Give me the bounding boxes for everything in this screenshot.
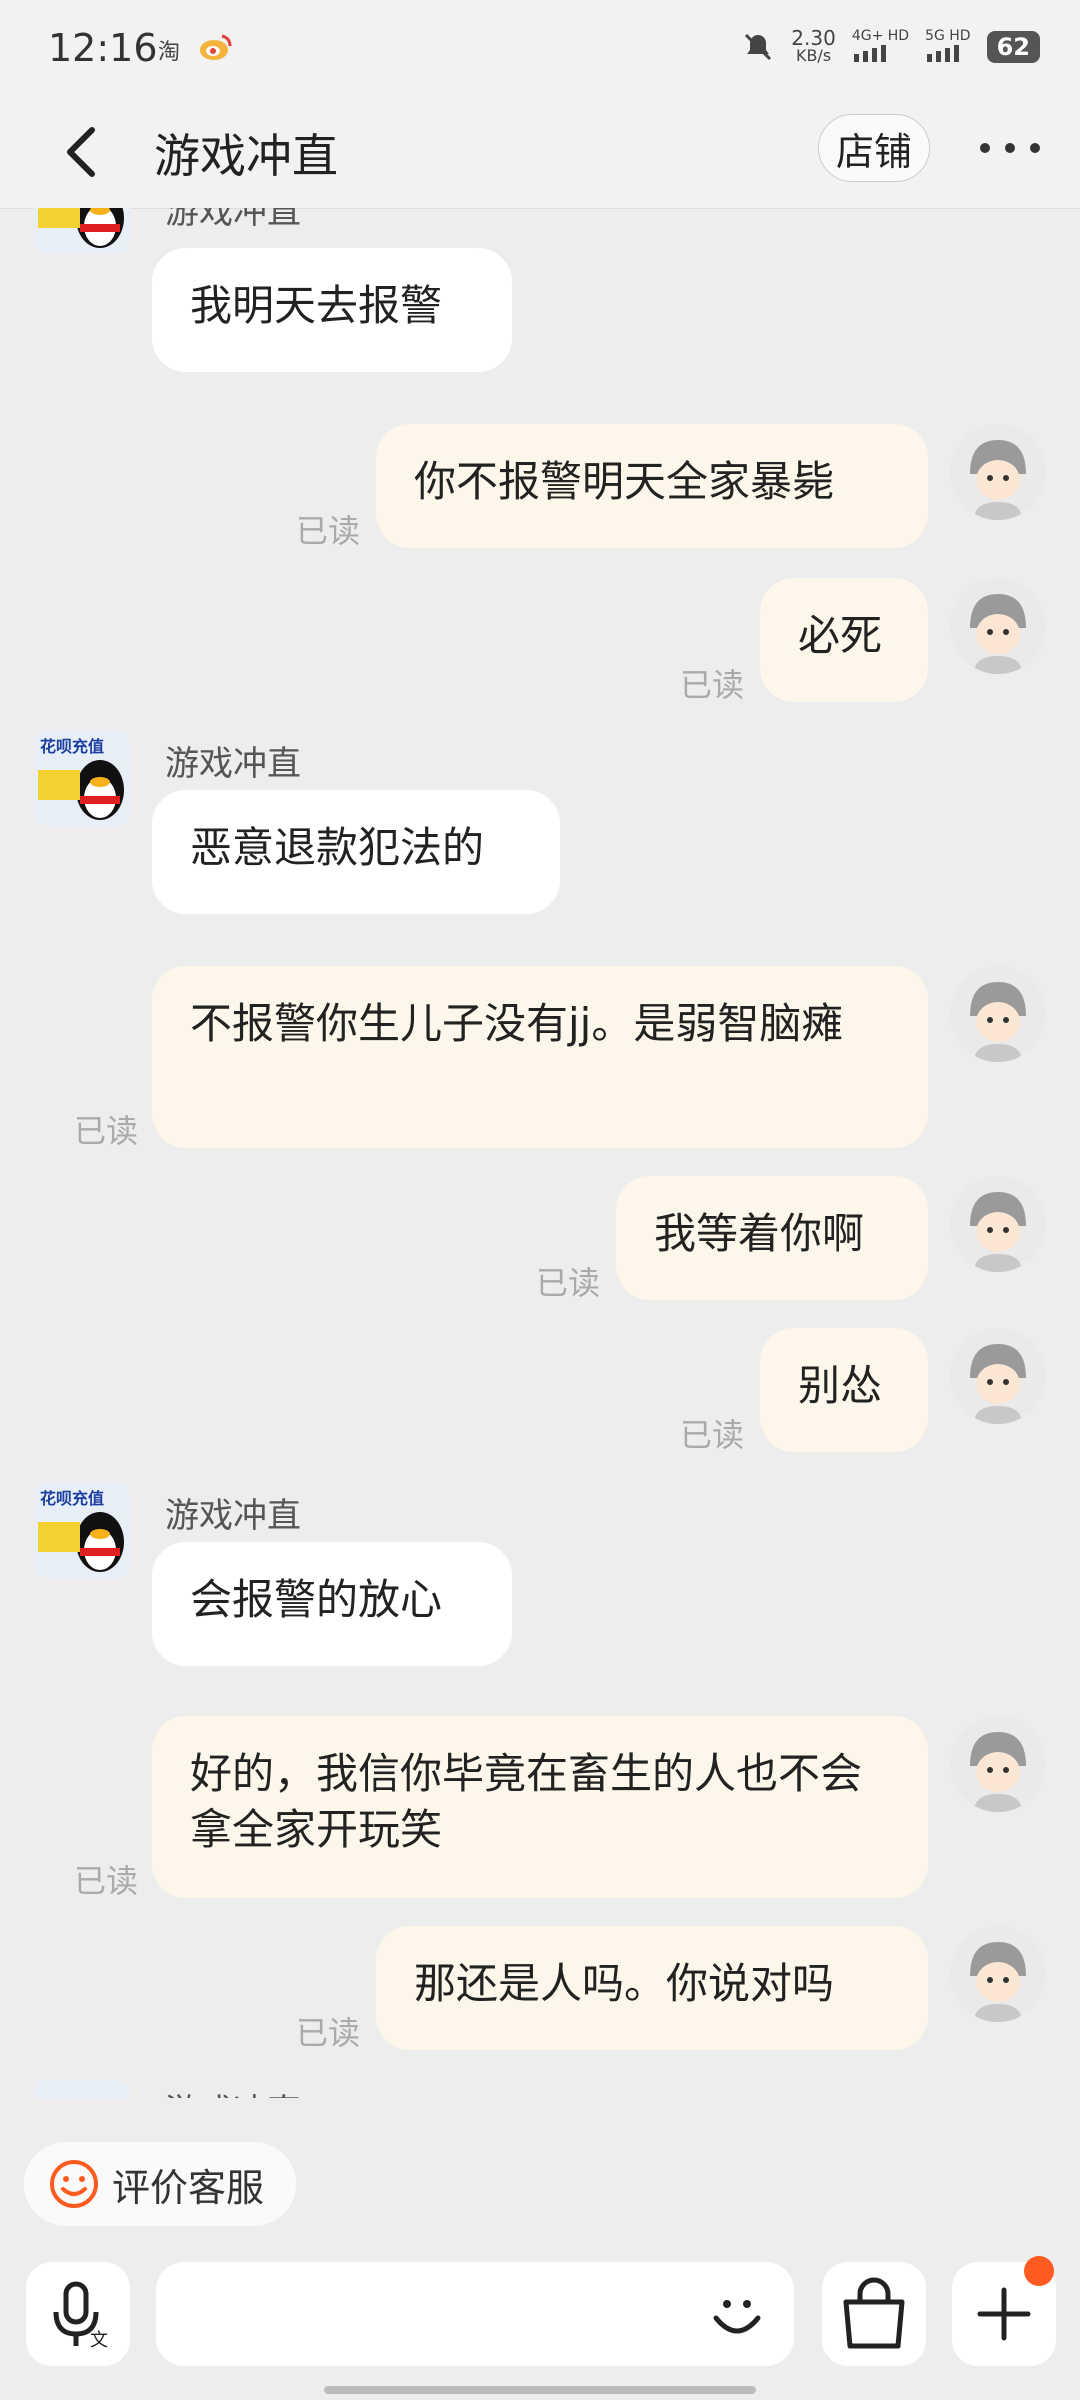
user-avatar-icon [950,424,1046,520]
message-bubble-incoming[interactable]: 我明天去报警 [152,248,512,372]
message-bubble-outgoing[interactable]: 我等着你啊 [616,1176,928,1300]
qq-penguin-icon: 花呗充值 [34,1482,130,1578]
sim2-label: 5G HD [925,28,971,44]
message-bubble-incoming[interactable]: 会报警的放心 [152,1542,512,1666]
shopping-bag-button[interactable] [822,2262,926,2366]
weibo-notification-icon [198,30,232,64]
message-input[interactable] [156,2262,794,2366]
qq-penguin-icon [34,2080,130,2098]
input-bar: 文 [0,2240,1080,2400]
chat-title: 游戏冲直 [154,129,338,183]
user-avatar-icon [950,1716,1046,1812]
chat-message-list[interactable]: 游戏冲直 我明天去报警 你不报警明天全家暴毙 已读 必死 已读 花呗充值 游戏冲… [0,208,1080,2098]
mute-bell-icon [745,33,772,61]
signal-icon [853,45,886,62]
sim1-label: 4G+ HD [851,28,910,44]
user-avatar-icon [950,1926,1046,2022]
message-bubble-outgoing[interactable]: 好的，我信你毕竟在畜生的人也不会拿全家开玩笑 [152,1716,928,1898]
svg-text:文: 文 [90,2330,108,2351]
read-receipt: 已读 [536,1264,601,1302]
user-avatar-icon [950,1176,1046,1272]
qq-penguin-icon: 花呗充值 [34,730,130,826]
user-avatar[interactable] [950,1926,1046,2022]
back-button[interactable] [58,122,106,182]
shop-avatar[interactable] [34,2080,130,2098]
voice-input-button[interactable]: 文 [26,2262,130,2366]
read-receipt: 已读 [74,1862,139,1900]
message-bubble-incoming[interactable]: 恶意退款犯法的 [152,790,560,914]
shop-avatar[interactable]: 花呗充值 [34,1482,130,1578]
sender-name: 游戏冲直 [165,208,301,232]
qq-penguin-icon [34,208,130,254]
network-speed-unit: KB/s [795,46,832,65]
read-receipt: 已读 [680,666,745,704]
shop-avatar-text: 花呗充值 [40,737,104,756]
status-bar: 12:16 淘 2.30 KB/s 4G+ HD 5G HD 62 [0,0,1080,100]
sender-name: 游戏冲直 [165,1496,301,1536]
notification-dot [1024,2256,1054,2286]
chevron-left-icon [67,127,95,177]
user-avatar[interactable] [950,1176,1046,1272]
status-time: 12:16 [48,26,158,70]
user-avatar[interactable] [950,1328,1046,1424]
sender-name: 游戏冲直 [165,744,301,784]
smile-icon [50,2160,98,2208]
user-avatar[interactable] [950,424,1046,520]
top-nav-bar: 游戏冲直 店铺 [0,100,1080,209]
message-bubble-outgoing[interactable]: 别怂 [760,1328,928,1452]
more-options-button[interactable] [980,128,1040,168]
user-avatar[interactable] [950,578,1046,674]
message-bubble-outgoing[interactable]: 不报警你生儿子没有jj。是弱智脑瘫 [152,966,928,1148]
microphone-icon: 文 [53,2281,108,2351]
shop-avatar[interactable] [34,208,130,254]
home-indicator[interactable] [324,2386,756,2394]
user-avatar[interactable] [950,1716,1046,1812]
sender-name: 游戏冲直 [165,2084,301,2098]
status-right: 2.30 KB/s 4G+ HD 5G HD 62 [741,28,1040,66]
user-avatar-icon [950,966,1046,1062]
message-bubble-outgoing[interactable]: 你不报警明天全家暴毙 [376,424,928,548]
shopping-bag-icon [843,2277,905,2349]
rate-service-button[interactable]: 评价客服 [24,2142,296,2226]
signal-icon [927,45,960,62]
more-dot-icon [980,143,990,153]
battery-indicator: 62 [986,31,1040,63]
message-bubble-outgoing[interactable]: 那还是人吗。你说对吗 [376,1926,928,2050]
read-receipt: 已读 [296,2014,361,2052]
shop-avatar[interactable]: 花呗充值 [34,730,130,826]
more-dot-icon [1005,143,1015,153]
message-bubble-outgoing[interactable]: 必死 [760,578,928,702]
read-receipt: 已读 [296,512,361,550]
read-receipt: 已读 [74,1112,139,1150]
read-receipt: 已读 [680,1416,745,1454]
rate-service-label: 评价客服 [112,2165,265,2210]
user-avatar-icon [950,578,1046,674]
more-dot-icon [1030,143,1040,153]
user-avatar[interactable] [950,966,1046,1062]
taobao-notification-icon: 淘 [158,40,181,65]
emoji-icon[interactable] [710,2288,764,2342]
user-avatar-icon [950,1328,1046,1424]
shop-button[interactable]: 店铺 [818,114,930,182]
network-speed-value: 2.30 [791,26,836,50]
shop-avatar-text: 花呗充值 [40,1489,104,1508]
